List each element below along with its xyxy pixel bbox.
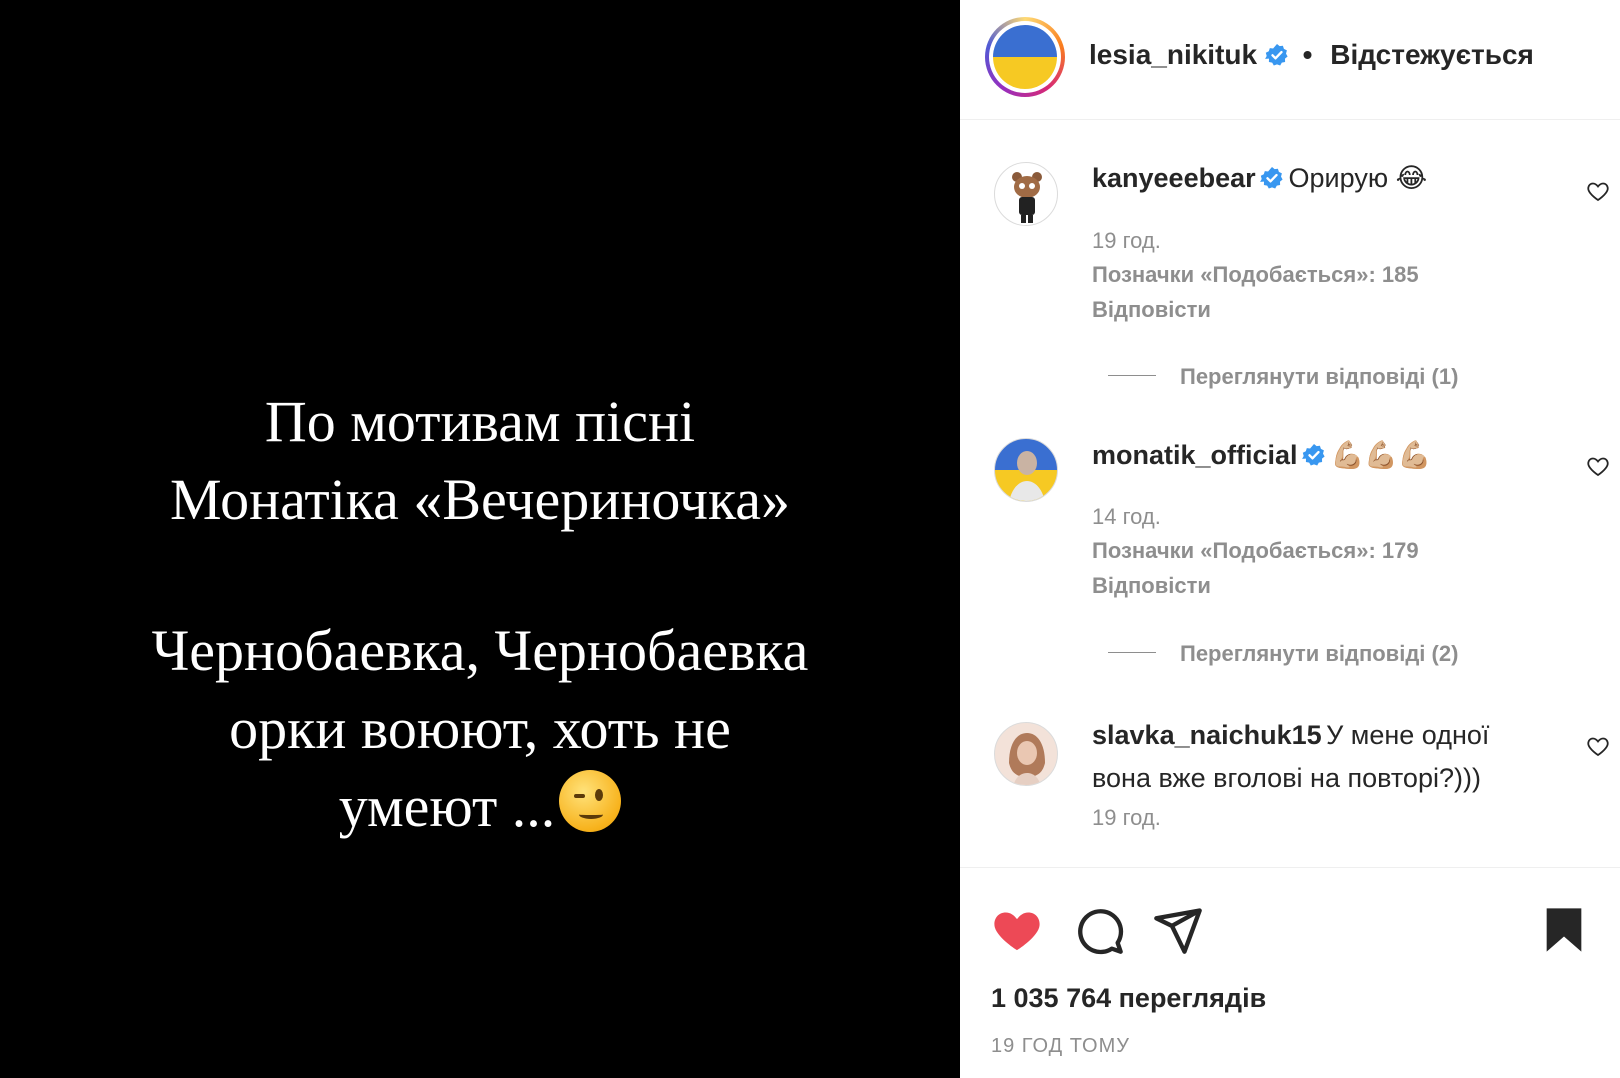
post-text-line: орки воюют, хоть не	[229, 696, 731, 761]
comment-like-heart-icon[interactable]	[1585, 454, 1611, 478]
post-media[interactable]: По мотивам пісні Монатіка «Вечериночка» …	[0, 0, 960, 1078]
comment-author[interactable]: kanyeeebear	[1092, 163, 1256, 193]
comment-likes-count[interactable]: Позначки «Подобається»: 185	[1092, 262, 1419, 288]
follow-state-button[interactable]: Відстежується	[1330, 39, 1534, 70]
post-actions-bar: 1 035 764 переглядів 19 ГОД ТОМУ	[960, 867, 1620, 1078]
view-replies-button[interactable]: Переглянути відповіді (2)	[1180, 641, 1458, 667]
comment-time[interactable]: 14 год.	[1092, 504, 1161, 530]
comment-time[interactable]: 19 год.	[1092, 228, 1161, 254]
person-avatar-icon	[1009, 451, 1045, 501]
save-bookmark-icon[interactable]	[1538, 904, 1590, 956]
owner-username[interactable]: lesia_nikituk	[1089, 39, 1257, 70]
owner-avatar[interactable]	[985, 17, 1065, 97]
bear-avatar-icon	[1012, 172, 1042, 223]
post-text-block-1: По мотивам пісні Монатіка «Вечериночка»	[0, 383, 960, 539]
view-replies-button[interactable]: Переглянути відповіді (1)	[1180, 364, 1458, 390]
post-text-line-with-emoji: умеют ...	[0, 768, 960, 846]
verified-badge-icon	[1302, 444, 1325, 466]
commenter-avatar[interactable]	[994, 162, 1058, 226]
post-text-block-2: Чернобаевка, Чернобаевка орки воюют, хот…	[0, 612, 960, 846]
replies-divider	[1108, 652, 1156, 653]
comment-author[interactable]: slavka_naichuk15	[1092, 720, 1322, 750]
post-text-line: умеют ...	[338, 774, 556, 839]
comment-like-heart-icon[interactable]	[1585, 179, 1611, 203]
reply-button[interactable]: Відповісти	[1092, 573, 1211, 599]
post-header: lesia_nikituk • Відстежується	[960, 0, 1620, 120]
commenter-avatar[interactable]	[994, 722, 1058, 786]
comment-like-heart-icon[interactable]	[1585, 734, 1611, 758]
post-time-ago[interactable]: 19 ГОД ТОМУ	[991, 1035, 1130, 1058]
verified-badge-icon	[1260, 167, 1283, 189]
post-text-line: Монатіка «Вечериночка»	[169, 467, 791, 532]
ukraine-flag-avatar-icon	[993, 25, 1057, 89]
owner-username-row: lesia_nikituk • Відстежується	[1089, 39, 1534, 71]
comments-list[interactable]: kanyeeebear Орирую 😂 19 год. Позначки «П…	[960, 121, 1620, 867]
share-paper-plane-icon[interactable]	[1152, 904, 1204, 956]
comment-text: 💪🏼💪🏼💪🏼	[1330, 440, 1432, 470]
commenter-avatar[interactable]	[994, 438, 1058, 502]
replies-divider	[1108, 375, 1156, 376]
post-text-line: Чернобаевка, Чернобаевка	[151, 618, 809, 683]
comment-body: kanyeeebear Орирую 😂	[1092, 159, 1532, 202]
wink-emoji-icon	[559, 770, 622, 832]
like-heart-icon[interactable]	[991, 904, 1043, 956]
comment-text: Орирую 😂	[1288, 163, 1428, 193]
reply-button[interactable]: Відповісти	[1092, 297, 1211, 323]
comment-bubble-icon[interactable]	[1073, 904, 1125, 956]
comment-body: slavka_naichuk15 У мене одної вона вже в…	[1092, 716, 1532, 802]
person-avatar-icon	[1009, 733, 1045, 785]
post-sidebar: lesia_nikituk • Відстежується kanyeeebea…	[960, 0, 1620, 1078]
comment-likes-count[interactable]: Позначки «Подобається»: 179	[1092, 538, 1419, 564]
comment-time[interactable]: 19 год.	[1092, 805, 1161, 831]
verified-badge-icon	[1264, 44, 1288, 66]
comment-author[interactable]: monatik_official	[1092, 440, 1298, 470]
separator-dot: •	[1302, 39, 1313, 70]
comment-body: monatik_official 💪🏼💪🏼💪🏼	[1092, 436, 1532, 479]
views-count[interactable]: 1 035 764 переглядів	[991, 983, 1266, 1014]
post-text-line: По мотивам пісні	[264, 389, 696, 454]
